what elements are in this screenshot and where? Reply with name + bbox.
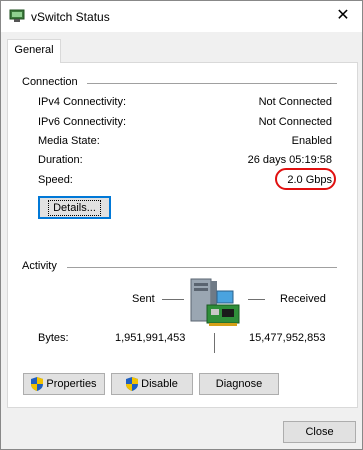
speed-label: Speed: — [38, 174, 73, 186]
connection-divider — [87, 83, 337, 84]
details-button-label: Details... — [48, 199, 101, 216]
uac-shield-icon — [31, 377, 44, 391]
diagnose-button-label: Diagnose — [215, 378, 263, 390]
network-connector-line — [214, 333, 215, 353]
network-adapter-icon — [9, 9, 25, 22]
general-tab-panel — [7, 62, 358, 408]
disable-button[interactable]: Disable — [111, 373, 193, 395]
activity-heading: Activity — [22, 260, 57, 272]
properties-button[interactable]: Properties — [23, 373, 105, 395]
tab-general[interactable]: General — [7, 39, 61, 63]
close-button[interactable]: Close — [283, 421, 356, 443]
received-label: Received — [280, 293, 326, 305]
close-button-label: Close — [305, 426, 334, 438]
media-state-label: Media State: — [38, 135, 100, 147]
close-icon[interactable]: ✕ — [334, 7, 352, 25]
duration-label: Duration: — [38, 154, 83, 166]
ipv6-value: Not Connected — [258, 116, 332, 128]
title-bar[interactable]: vSwitch Status ✕ — [1, 1, 362, 32]
diagnose-button[interactable]: Diagnose — [199, 373, 279, 395]
bytes-sent-value: 1,951,991,453 — [115, 332, 186, 344]
sent-connector-line — [162, 299, 184, 300]
properties-button-label: Properties — [46, 378, 97, 390]
connection-heading: Connection — [22, 76, 78, 88]
duration-value: 26 days 05:19:58 — [247, 154, 332, 166]
ipv4-label: IPv4 Connectivity: — [38, 96, 127, 108]
speed-highlight-circle — [275, 168, 336, 190]
disable-button-label: Disable — [141, 378, 178, 390]
sent-label: Sent — [132, 293, 155, 305]
window-title: vSwitch Status — [31, 10, 110, 24]
vswitch-status-window: vSwitch Status ✕ General Connection IPv4… — [0, 0, 363, 450]
received-connector-line — [248, 299, 265, 300]
bytes-label: Bytes: — [38, 332, 69, 344]
activity-divider — [67, 267, 337, 268]
network-computer-icon — [190, 278, 240, 326]
uac-shield-icon — [126, 377, 139, 391]
ipv6-label: IPv6 Connectivity: — [38, 116, 127, 128]
details-button[interactable]: Details... — [38, 196, 111, 219]
media-state-value: Enabled — [291, 135, 332, 147]
bytes-received-value: 15,477,952,853 — [249, 332, 326, 344]
ipv4-value: Not Connected — [258, 96, 332, 108]
